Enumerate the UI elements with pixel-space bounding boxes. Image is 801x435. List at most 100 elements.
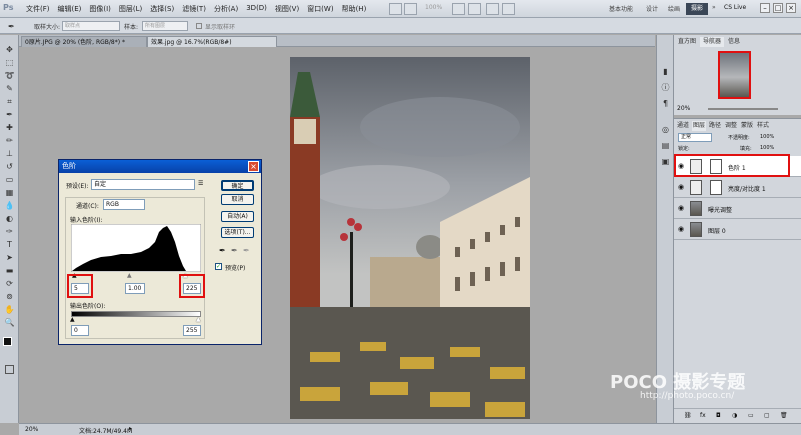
show-ring-checkbox[interactable] — [196, 23, 202, 29]
cancel-button[interactable]: 取消 — [221, 194, 254, 205]
layer-mask-thumbnail[interactable] — [710, 180, 722, 195]
workspace-photography[interactable]: 摄影 — [686, 3, 708, 15]
history-brush-tool-icon[interactable]: ↺ — [4, 162, 15, 172]
workspace-design[interactable]: 设计 — [646, 4, 658, 13]
paragraph-panel-icon[interactable]: ¶ — [660, 99, 671, 109]
quick-mask-icon[interactable] — [5, 365, 14, 374]
dodge-tool-icon[interactable]: ◐ — [4, 214, 15, 224]
menu-file[interactable]: 文件(F) — [26, 4, 50, 14]
minibridge-button[interactable] — [404, 3, 417, 15]
blend-mode-dropdown[interactable]: 正常 — [678, 133, 712, 142]
workspace-more-icon[interactable]: » — [712, 4, 716, 11]
layer-name[interactable]: 亮度/对比度 1 — [728, 184, 766, 193]
restore-icon[interactable]: □ — [773, 3, 783, 13]
tab-styles[interactable]: 样式 — [756, 121, 770, 131]
layer-name[interactable]: 曝光调整 — [708, 205, 732, 214]
rotate-view-button[interactable] — [468, 3, 481, 15]
tab-original[interactable]: 0原片.JPG @ 20% (色阶, RGB/8*) * — [21, 36, 147, 47]
black-eyedropper-icon[interactable]: ✒ — [219, 246, 226, 255]
workspace-essentials[interactable]: 基本功能 — [609, 4, 633, 13]
group-icon[interactable]: ▭ — [748, 412, 754, 419]
eye-icon[interactable]: ◉ — [678, 183, 684, 191]
ok-button[interactable]: 确定 — [221, 180, 254, 191]
quick-select-tool-icon[interactable]: ✎ — [4, 84, 15, 94]
white-eyedropper-icon[interactable]: ✒ — [243, 246, 250, 255]
trash-icon[interactable]: 🗑 — [780, 412, 788, 419]
gamma-slider[interactable]: ▲ — [127, 272, 132, 279]
new-layer-icon[interactable]: ▢ — [764, 412, 770, 419]
tab-navigator[interactable]: 导航器 — [700, 37, 724, 47]
menu-filter[interactable]: 滤镜(T) — [182, 4, 206, 14]
auto-button[interactable]: 自动(A) — [221, 211, 254, 222]
tab-layers[interactable]: 图层 — [692, 121, 706, 131]
adjustment-icon[interactable]: ◑ — [732, 412, 737, 419]
opacity-value[interactable]: 100% — [760, 134, 774, 140]
pen-tool-icon[interactable]: ✑ — [4, 227, 15, 237]
link-icon[interactable]: ⛓ — [684, 412, 692, 419]
navigator-thumbnail[interactable] — [718, 51, 751, 99]
canvas-photo[interactable] — [290, 57, 530, 419]
tab-info[interactable]: 信息 — [726, 37, 742, 47]
menu-edit[interactable]: 编辑(E) — [58, 4, 82, 14]
tab-adjustments[interactable]: 调整 — [724, 121, 738, 131]
eyedropper-tool-icon[interactable]: ✒ — [8, 22, 15, 31]
status-zoom[interactable]: 20% — [25, 426, 38, 433]
eraser-tool-icon[interactable]: ▭ — [4, 175, 15, 185]
lasso-tool-icon[interactable]: ➰ — [4, 71, 15, 81]
gray-eyedropper-icon[interactable]: ✒ — [231, 246, 238, 255]
menu-analysis[interactable]: 分析(A) — [214, 4, 238, 14]
layer-row[interactable]: ◉ 曝光调整 — [674, 198, 801, 219]
histogram-panel-icon[interactable]: ▮ — [660, 67, 671, 77]
path-select-tool-icon[interactable]: ➤ — [4, 253, 15, 263]
sample-dropdown[interactable]: 所有图层 — [142, 21, 188, 31]
move-tool-icon[interactable]: ✥ — [4, 45, 15, 55]
brush-tool-icon[interactable]: ✏ — [4, 136, 15, 146]
close-icon[interactable]: × — [248, 161, 259, 172]
output-black-slider[interactable]: ▲ — [70, 316, 75, 323]
shape-tool-icon[interactable]: ▬ — [4, 266, 15, 276]
hand-tool-icon[interactable]: ✋ — [4, 305, 15, 315]
3d-rotate-tool-icon[interactable]: ⟳ — [4, 279, 15, 289]
layer-row[interactable]: ◉ 亮度/对比度 1 — [674, 177, 801, 198]
brush-panel-icon[interactable]: ◎ — [660, 125, 671, 135]
tab-paths[interactable]: 路径 — [708, 121, 722, 131]
healing-brush-tool-icon[interactable]: ✚ — [4, 123, 15, 133]
menu-3d[interactable]: 3D(D) — [246, 4, 267, 14]
menu-image[interactable]: 图像(I) — [89, 4, 111, 14]
tab-masks[interactable]: 蒙版 — [740, 121, 754, 131]
fx-icon[interactable]: fx — [700, 412, 706, 419]
type-tool-icon[interactable]: T — [4, 240, 15, 250]
tab-histogram[interactable]: 直方图 — [676, 37, 698, 47]
mask-icon[interactable]: ◘ — [716, 412, 721, 419]
gradient-tool-icon[interactable]: ▦ — [4, 188, 15, 198]
output-white-field[interactable]: 255 — [183, 325, 201, 336]
menu-select[interactable]: 选择(S) — [150, 4, 174, 14]
marquee-tool-icon[interactable]: ⬚ — [4, 58, 15, 68]
zoom-tool-icon[interactable]: 🔍 — [4, 318, 15, 328]
zoom-slider[interactable] — [708, 108, 778, 110]
hand-tool-button[interactable] — [452, 3, 465, 15]
history-panel-icon[interactable]: ▣ — [660, 157, 671, 167]
blur-tool-icon[interactable]: 💧 — [4, 201, 15, 211]
cs-live-button[interactable]: CS Live — [724, 4, 746, 11]
input-gamma-field[interactable]: 1.00 — [125, 283, 145, 294]
menu-window[interactable]: 窗口(W) — [307, 4, 333, 14]
status-menu-icon[interactable]: ▸ — [129, 425, 132, 432]
screen-mode-button[interactable] — [502, 3, 515, 15]
minimize-icon[interactable]: – — [760, 3, 770, 13]
output-white-slider[interactable]: ▲ — [196, 316, 201, 323]
sample-size-dropdown[interactable]: 取样点 — [62, 21, 120, 31]
eye-icon[interactable]: ◉ — [678, 225, 684, 233]
output-black-field[interactable]: 0 — [71, 325, 89, 336]
fill-value[interactable]: 100% — [760, 145, 774, 151]
layer-row[interactable]: ◉ 图层 0 — [674, 219, 801, 240]
menu-layer[interactable]: 图层(L) — [119, 4, 142, 14]
options-button[interactable]: 选项(T)... — [221, 227, 254, 238]
close-icon[interactable]: × — [786, 3, 796, 13]
layer-name[interactable]: 图层 0 — [708, 226, 726, 235]
crop-tool-icon[interactable]: ⌗ — [4, 97, 15, 107]
bridge-button[interactable] — [389, 3, 402, 15]
clone-stamp-tool-icon[interactable]: ⊥ — [4, 149, 15, 159]
nav-zoom-readout[interactable]: 20% — [677, 105, 690, 112]
zoom-readout[interactable]: 100% — [425, 4, 442, 11]
